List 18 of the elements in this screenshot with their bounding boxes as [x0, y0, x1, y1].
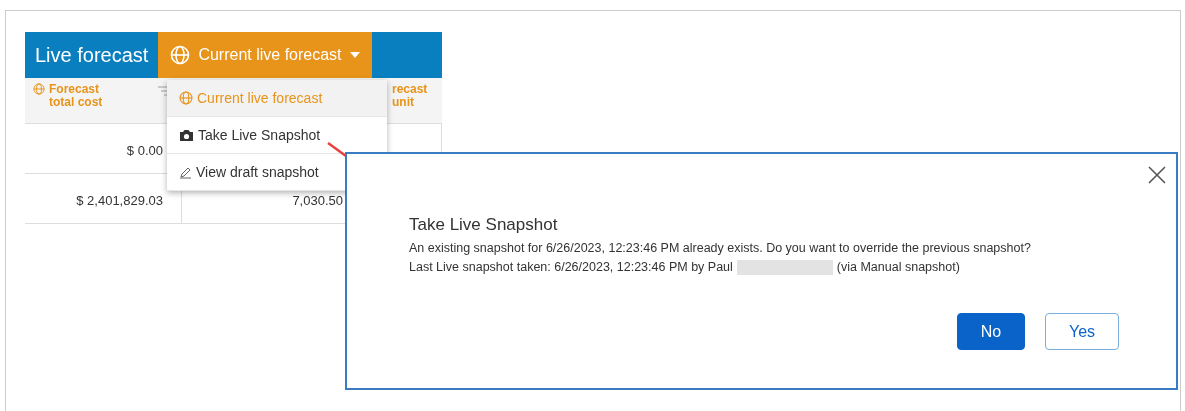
dialog-message: An existing snapshot for 6/26/2023, 12:23:46 PM already exists. Do you want to override the previous snapshot?	[409, 240, 1031, 257]
globe-icon	[179, 91, 193, 105]
dialog-title: Take Live Snapshot	[409, 214, 558, 236]
yes-button[interactable]: Yes	[1045, 313, 1119, 350]
column-header: recast unit	[392, 83, 429, 111]
caret-icon	[349, 52, 360, 58]
column-header: Forecast total cost	[49, 83, 104, 111]
table-cell: 7,030.50	[292, 193, 343, 208]
detail-text: Last Live snapshot taken: 6/26/2023, 12:23:46 PM by Paul	[409, 259, 733, 276]
globe-icon	[33, 83, 45, 95]
pencil-icon	[179, 165, 192, 179]
detail-text: (via Manual snapshot)	[836, 259, 960, 276]
no-button[interactable]: No	[957, 313, 1025, 350]
globe-icon	[170, 45, 191, 65]
table-cell: $ 2,401,829.03	[76, 193, 163, 208]
camera-icon	[179, 128, 194, 142]
panel-title: Live forecast	[34, 43, 150, 68]
table-cell: $ 0.00	[126, 143, 163, 158]
